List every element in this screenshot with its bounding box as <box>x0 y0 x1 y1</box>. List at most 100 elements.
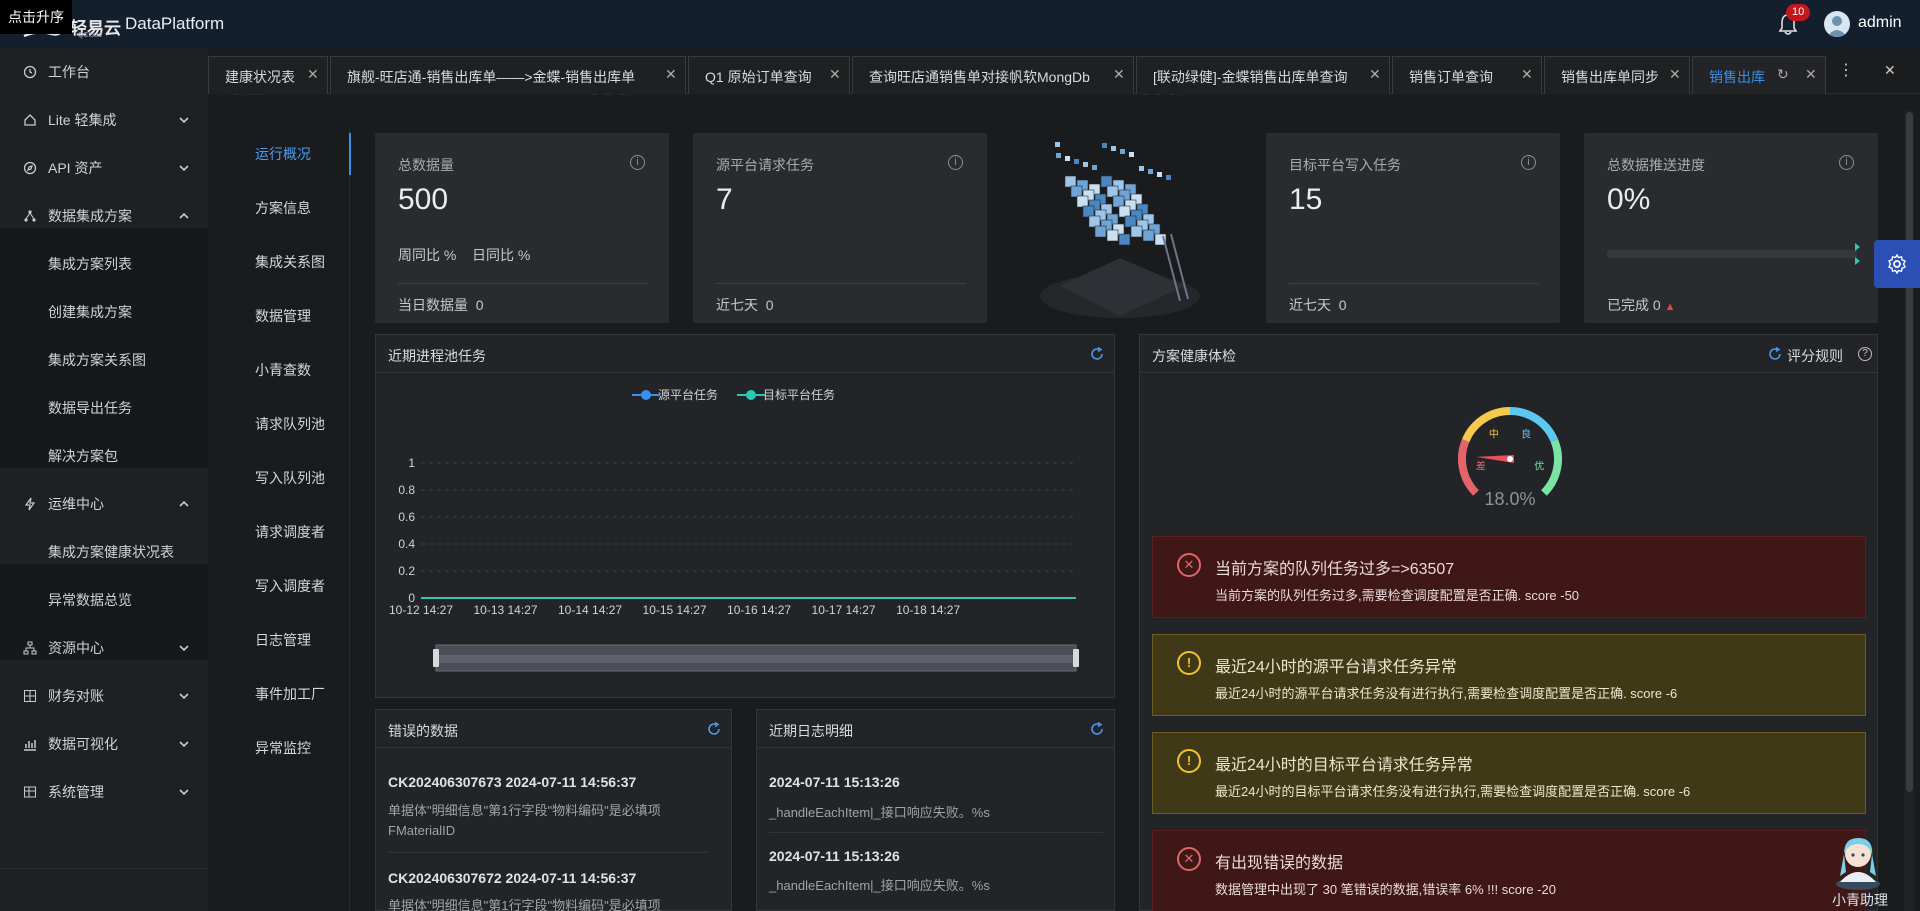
info-icon[interactable]: i <box>948 155 963 170</box>
error-circle-icon: ✕ <box>1177 847 1201 871</box>
tab-7[interactable]: 销售出库单同步 ✕ <box>1544 56 1690 94</box>
close-tab-icon[interactable]: ✕ <box>1369 66 1381 83</box>
sidebar-item-9[interactable]: 解决方案包 <box>0 432 208 480</box>
close-tab-icon[interactable]: ✕ <box>1669 66 1681 83</box>
sidebar-item-11[interactable]: 集成方案健康状况表 <box>0 528 208 576</box>
sidebar-item-12[interactable]: 异常数据总览 <box>0 576 208 624</box>
sidebar-item-5[interactable]: 集成方案列表 <box>0 240 208 288</box>
sidebar-item-2[interactable]: Lite 轻集成 <box>0 96 208 144</box>
alert-card[interactable]: ✕ 有出现错误的数据 数据管理中出现了 30 笔错误的数据,错误率 6% !!! s… <box>1152 830 1866 911</box>
log-time: 2024-07-11 15:13:26 <box>769 848 900 864</box>
alert-title: 最近24小时的目标平台请求任务异常 <box>1215 757 1473 774</box>
subnav-item-3[interactable]: 集成关系图 <box>255 252 325 272</box>
username[interactable]: admin <box>1858 14 1902 32</box>
refresh-icon[interactable] <box>1768 347 1782 361</box>
stat-value: 7 <box>716 183 733 216</box>
sidebar-item-6[interactable]: 创建集成方案 <box>0 288 208 336</box>
alert-description: 当前方案的队列任务过多,需要检查调度配置是否正确. score -50 <box>1215 588 1580 603</box>
sidebar-item-7[interactable]: 集成方案关系图 <box>0 336 208 384</box>
y-tick-label: 1 <box>408 456 415 470</box>
grid-icon <box>24 690 36 702</box>
tab-label: 查询旺店通销售单对接帆软MongDb <box>869 69 1090 85</box>
subnav-item-10[interactable]: 日志管理 <box>255 630 311 650</box>
settings-button[interactable] <box>1874 240 1920 288</box>
close-tab-icon[interactable]: ✕ <box>829 66 841 83</box>
tab-1[interactable]: 建康状况表 ✕ <box>208 56 328 94</box>
tab-5[interactable]: [联动绿健]-金蝶销售出库单查询 ✕ <box>1136 56 1390 94</box>
stat-value: 0% <box>1607 183 1651 216</box>
sidebar-item-1[interactable]: 工作台 <box>0 48 208 96</box>
sidebar-item-10[interactable]: 运维中心 <box>0 480 208 528</box>
subnav-item-5[interactable]: 小青查数 <box>255 360 311 380</box>
info-icon[interactable]: i <box>1521 155 1536 170</box>
subnav-item-6[interactable]: 请求队列池 <box>255 414 325 434</box>
scrollbar-thumb[interactable] <box>1906 112 1913 792</box>
more-tabs-icon[interactable]: ⋮ <box>1838 60 1854 80</box>
alert-card[interactable]: ✕ 当前方案的队列任务过多=>63507 当前方案的队列任务过多,需要检查调度配置是… <box>1152 536 1866 618</box>
health-check-panel: 方案健康体检 评分规则 ? 差 中 良优 18.0% <box>1139 334 1878 911</box>
error-title[interactable]: CK202406307672 2024-07-11 14:56:37 <box>388 870 636 886</box>
error-field: FMaterialID <box>388 823 456 838</box>
sort-ascending-label[interactable]: 点击升序 <box>0 0 72 34</box>
zoom-handle[interactable] <box>1073 649 1079 667</box>
data-zoom-slider[interactable] <box>433 644 1079 672</box>
foot-value: 0 <box>1652 297 1661 313</box>
close-tab-icon[interactable]: ✕ <box>1805 66 1817 83</box>
info-icon[interactable]: i <box>630 155 645 170</box>
panel-header: 方案健康体检 评分规则 ? <box>1140 335 1877 373</box>
alert-card[interactable]: ! 最近24小时的目标平台请求任务异常 最近24小时的目标平台请求任务没有进行执行,… <box>1152 732 1866 814</box>
subnav-item-12[interactable]: 异常监控 <box>255 738 311 758</box>
sidebar-item-15[interactable]: 数据可视化 <box>0 720 208 768</box>
gauge-label: 中 <box>1489 428 1499 441</box>
sidebar-item-3[interactable]: API 资产 <box>0 144 208 192</box>
close-tab-icon[interactable]: ✕ <box>1113 66 1125 83</box>
zoom-handle[interactable] <box>433 649 439 667</box>
subnav-item-4[interactable]: 数据管理 <box>255 306 311 326</box>
legend-item[interactable]: 目标平台任务 <box>737 387 835 402</box>
alert-card[interactable]: ! 最近24小时的源平台请求任务异常 最近24小时的源平台请求任务没有进行执行,需要… <box>1152 634 1866 716</box>
avatar[interactable] <box>1824 11 1850 37</box>
assistant-avatar-icon[interactable] <box>1830 832 1886 892</box>
close-tab-icon[interactable]: ✕ <box>1521 66 1533 83</box>
refresh-icon[interactable] <box>1090 722 1104 736</box>
help-icon[interactable]: ? <box>1858 347 1872 361</box>
refresh-icon[interactable] <box>1090 347 1104 361</box>
sidebar-item-label: 运维中心 <box>48 496 104 512</box>
refresh-icon[interactable] <box>707 722 721 736</box>
tab-3[interactable]: Q1 原始订单查询 ✕ <box>688 56 850 94</box>
sidebar-item-14[interactable]: 财务对账 <box>0 672 208 720</box>
subnav-item-11[interactable]: 事件加工厂 <box>255 684 325 704</box>
tab-4[interactable]: 查询旺店通销售单对接帆软MongDb ✕ <box>852 56 1134 94</box>
subnav-item-9[interactable]: 写入调度者 <box>255 576 325 596</box>
subnav-item-8[interactable]: 请求调度者 <box>255 522 325 542</box>
reload-icon[interactable]: ↻ <box>1777 66 1789 83</box>
sidebar-item-4[interactable]: 数据集成方案 <box>0 192 208 240</box>
bolt-icon <box>24 497 36 511</box>
tab-2[interactable]: 旗舰-旺店通-销售出库单——>金蝶-销售出库单 ✕ <box>330 56 686 94</box>
table-icon <box>24 786 36 798</box>
subnav-item-1[interactable]: 运行概况 <box>255 144 311 164</box>
tab-6[interactable]: 销售订单查询 ✕ <box>1392 56 1542 94</box>
notification-badge: 10 <box>1786 4 1811 21</box>
subnav-item-7[interactable]: 写入队列池 <box>255 468 325 488</box>
error-title[interactable]: CK202406307673 2024-07-11 14:56:37 <box>388 774 636 790</box>
divider <box>769 832 1103 833</box>
sidebar-item-8[interactable]: 数据导出任务 <box>0 384 208 432</box>
scoring-rules-link[interactable]: 评分规则 <box>1787 346 1843 366</box>
total-data-card: 总数据量 i 500 周同比 % 日同比 % 当日数据量 0 <box>375 133 669 323</box>
legend-item[interactable]: 源平台任务 <box>632 387 718 402</box>
subnav-item-2[interactable]: 方案信息 <box>255 198 311 218</box>
assistant-label[interactable]: 小青助理 <box>1832 890 1888 910</box>
info-icon[interactable]: i <box>1839 155 1854 170</box>
sidebar-item-16[interactable]: 系统管理 <box>0 768 208 816</box>
panel-title: 近期进程池任务 <box>388 348 486 364</box>
panel-header: 近期日志明细 <box>757 710 1114 748</box>
gauge-segment <box>1540 439 1562 496</box>
tab-8[interactable]: 销售出库 ↻ ✕ <box>1692 56 1826 94</box>
alert-title: 当前方案的队列任务过多=>63507 <box>1215 561 1455 578</box>
close-all-icon[interactable]: ✕ <box>1884 62 1896 79</box>
sidebar-item-13[interactable]: 资源中心 <box>0 624 208 672</box>
close-tab-icon[interactable]: ✕ <box>665 66 677 83</box>
close-tab-icon[interactable]: ✕ <box>307 66 319 83</box>
tab-label: 销售订单查询 <box>1409 69 1493 85</box>
